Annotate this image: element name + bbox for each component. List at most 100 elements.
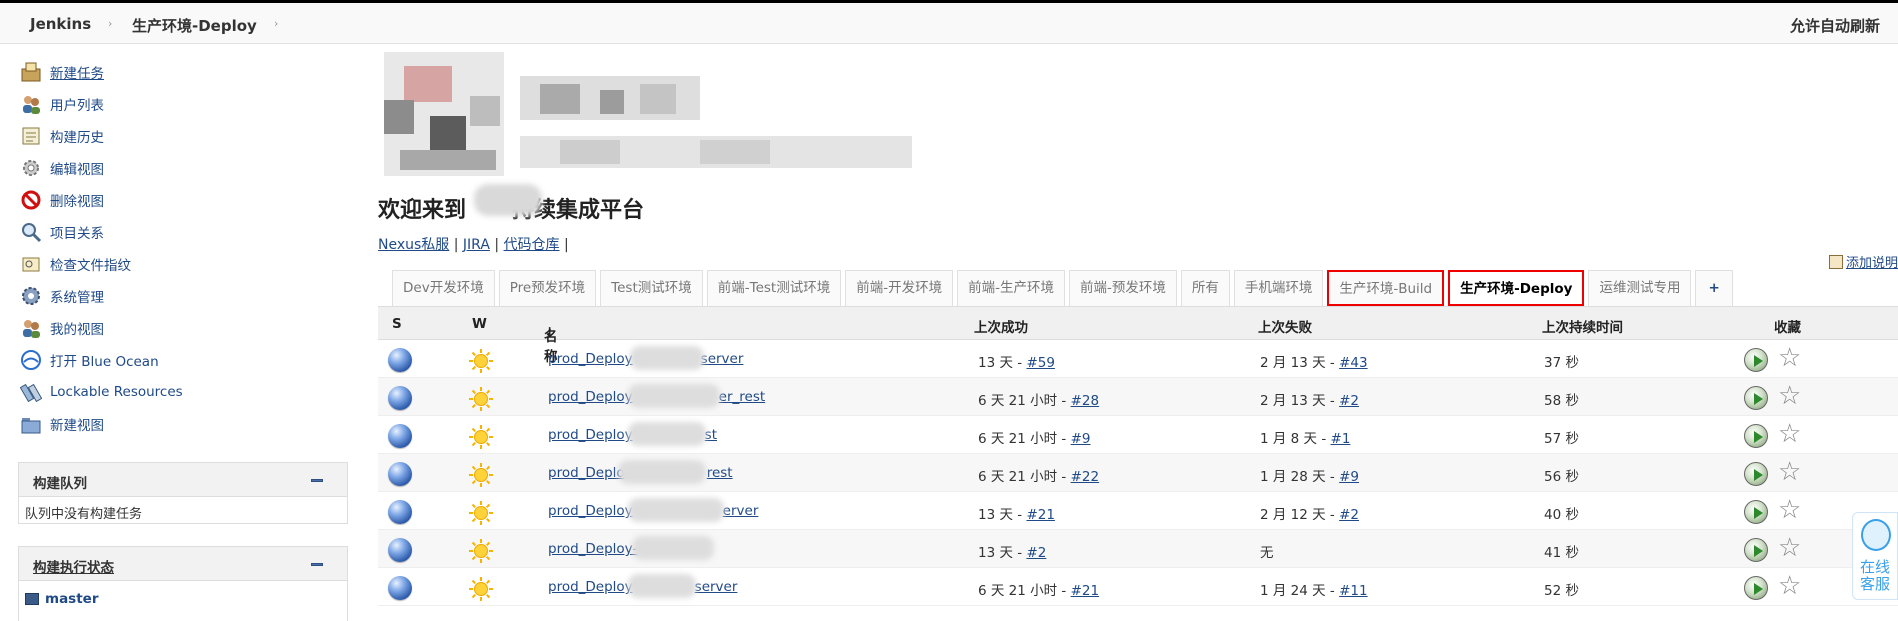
sidebar-item-build-history[interactable]: 构建历史 [20,124,104,148]
tab-prod-deploy[interactable]: 生产环境-Deploy [1448,270,1585,306]
sidebar-item-label[interactable]: 构建历史 [50,126,104,146]
column-status[interactable]: S [392,316,402,332]
job-name-end[interactable]: st [705,427,717,443]
sidebar-item-label[interactable]: 检查文件指纹 [50,254,131,274]
sidebar-item-project-relation[interactable]: 项目关系 [20,220,104,244]
tab-frontend-prod[interactable]: 前端-生产环境 [957,270,1065,306]
last-failure-build-link[interactable]: #1 [1331,431,1351,447]
sunny-weather-icon[interactable] [468,386,494,412]
executor-node-label[interactable]: master [45,591,98,607]
status-ball-icon[interactable] [388,386,412,410]
executor-status-title[interactable]: 构建执行状态 [33,556,114,576]
link-nexus[interactable]: Nexus私服 [378,237,449,253]
last-failure-build-link[interactable]: #43 [1339,355,1368,371]
job-name-start[interactable]: prod_Deploy- [548,541,637,557]
sunny-weather-icon[interactable] [468,576,494,602]
schedule-build-icon[interactable] [1744,462,1768,486]
job-name-end[interactable]: server [695,579,738,595]
last-success-build-link[interactable]: #22 [1071,469,1100,485]
status-ball-icon[interactable] [388,576,412,600]
last-failure-build-link[interactable]: #2 [1339,393,1359,409]
sidebar-item-label[interactable]: 新建任务 [50,62,104,82]
sidebar-item-lockable-resources[interactable]: Lockable Resources [19,380,183,404]
schedule-build-icon[interactable] [1744,348,1768,372]
last-success-build-link[interactable]: #21 [1071,583,1100,599]
favorite-star-icon[interactable]: ☆ [1778,383,1801,409]
job-name-start[interactable]: prod_Deploy [548,427,633,443]
sunny-weather-icon[interactable] [468,348,494,374]
favorite-star-icon[interactable]: ☆ [1778,421,1801,447]
tab-frontend-test[interactable]: 前端-Test测试环境 [706,270,842,306]
tab-frontend-pre[interactable]: 前端-预发环境 [1068,270,1177,306]
column-weather[interactable]: W [472,316,487,332]
sidebar-item-delete-view[interactable]: 删除视图 [20,188,104,212]
favorite-star-icon[interactable]: ☆ [1778,573,1801,599]
favorite-star-icon[interactable]: ☆ [1778,497,1801,523]
status-ball-icon[interactable] [388,348,412,372]
schedule-build-icon[interactable] [1744,500,1768,524]
sidebar-item-blue-ocean[interactable]: 打开 Blue Ocean [20,348,159,372]
link-jira[interactable]: JIRA [463,237,490,253]
sidebar-item-label[interactable]: 系统管理 [50,286,104,306]
job-name-start[interactable]: prod_Deploy [548,389,633,405]
last-failure-build-link[interactable]: #11 [1339,583,1368,599]
sunny-weather-icon[interactable] [468,462,494,488]
job-name-end[interactable]: server [701,351,744,367]
last-failure-build-link[interactable]: #9 [1339,469,1359,485]
sidebar-item-manage[interactable]: 系统管理 [20,284,104,308]
job-name-end[interactable]: erver [723,503,759,519]
tab-pre[interactable]: Pre预发环境 [498,270,597,306]
executor-node[interactable]: master [19,581,347,617]
last-success-build-link[interactable]: #59 [1026,355,1055,371]
last-success-build-link[interactable]: #2 [1026,545,1046,561]
collapse-icon[interactable] [311,479,323,482]
sidebar-item-label[interactable]: 删除视图 [50,190,104,210]
online-service-widget[interactable]: 在线 客服 [1852,512,1898,600]
add-description-link[interactable]: 添加说明 [1828,252,1898,271]
add-tab-button[interactable]: + [1695,270,1733,306]
sunny-weather-icon[interactable] [468,538,494,564]
favorite-star-icon[interactable]: ☆ [1778,535,1801,561]
last-success-build-link[interactable]: #28 [1071,393,1100,409]
sunny-weather-icon[interactable] [468,500,494,526]
tab-ops-test[interactable]: 运维测试专用 [1588,270,1692,306]
breadcrumb-jenkins[interactable]: Jenkins [30,15,91,33]
sidebar-item-users[interactable]: 用户列表 [20,92,104,116]
job-name-end[interactable]: er_rest [719,389,766,405]
favorite-star-icon[interactable]: ☆ [1778,345,1801,371]
sidebar-item-label[interactable]: 用户列表 [50,94,104,114]
link-code-repo[interactable]: 代码仓库 [504,237,560,253]
sidebar-item-label[interactable]: 我的视图 [50,318,104,338]
job-name-start[interactable]: prod_Deploy [548,579,633,595]
job-name-start[interactable]: prod_Deploy [548,503,633,519]
column-last-failure[interactable]: 上次失败 [1258,316,1312,336]
schedule-build-icon[interactable] [1744,576,1768,600]
status-ball-icon[interactable] [388,462,412,486]
sidebar-item-label[interactable]: 打开 Blue Ocean [50,350,159,370]
sidebar-item-label[interactable]: 项目关系 [50,222,104,242]
auto-refresh-link[interactable]: 允许自动刷新 [1790,15,1880,36]
job-name-end[interactable]: rest [707,465,733,481]
status-ball-icon[interactable] [388,424,412,448]
sidebar-item-edit-view[interactable]: 编辑视图 [20,156,104,180]
tab-mobile[interactable]: 手机端环境 [1233,270,1324,306]
sunny-weather-icon[interactable] [468,424,494,450]
sidebar-item-label[interactable]: 编辑视图 [50,158,104,178]
column-last-duration[interactable]: 上次持续时间 [1542,316,1623,336]
last-success-build-link[interactable]: #9 [1071,431,1091,447]
job-name-start[interactable]: prod_Deplo [548,465,625,481]
collapse-icon[interactable] [311,563,323,566]
sidebar-item-new-view[interactable]: 新建视图 [20,412,104,436]
tab-dev[interactable]: Dev开发环境 [392,270,495,306]
sidebar-item-fingerprint[interactable]: 检查文件指纹 [20,252,131,276]
job-name-start[interactable]: prod_Deploy [548,351,633,367]
sidebar-item-label[interactable]: 新建视图 [50,414,104,434]
schedule-build-icon[interactable] [1744,538,1768,562]
tab-all[interactable]: 所有 [1180,270,1230,306]
column-last-success[interactable]: 上次成功 [974,316,1028,336]
schedule-build-icon[interactable] [1744,386,1768,410]
status-ball-icon[interactable] [388,500,412,524]
tab-test[interactable]: Test测试环境 [600,270,703,306]
add-description-label[interactable]: 添加说明 [1846,252,1898,271]
sidebar-item-my-views[interactable]: 我的视图 [20,316,104,340]
